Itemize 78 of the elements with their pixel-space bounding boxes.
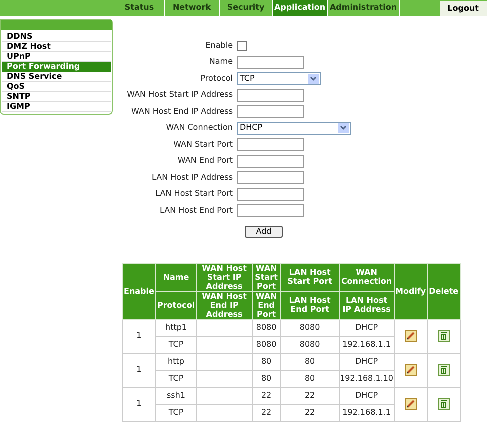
text-field[interactable] — [237, 88, 304, 102]
table-cell: 1 — [122, 319, 156, 353]
enable-checkbox[interactable] — [237, 40, 247, 51]
table-cell: 22 — [252, 404, 281, 421]
table-cell: DHCP — [340, 387, 394, 404]
sidebar-item[interactable]: DNS Service — [2, 72, 111, 82]
sidebar-item[interactable]: DDNS — [2, 32, 111, 42]
table-cell: DHCP — [340, 353, 394, 370]
sidebar-item[interactable]: SNTP — [2, 92, 111, 102]
text-field[interactable] — [237, 105, 304, 118]
field-label: WAN End Port — [176, 155, 234, 168]
column-header: Enable — [122, 263, 156, 319]
column-header: WAN Start Port — [252, 263, 281, 291]
text-field[interactable] — [237, 56, 304, 69]
column-header: LAN Host End Port — [280, 291, 340, 319]
field-label: Enable — [204, 40, 234, 52]
table-cell: http — [156, 353, 197, 370]
column-header: LAN Host IP Address — [340, 291, 394, 319]
table-cell: 22 — [280, 387, 340, 404]
column-header: LAN Host Start Port — [280, 263, 340, 291]
edit-icon[interactable] — [404, 398, 417, 410]
select-field[interactable]: DHCP — [237, 122, 351, 135]
field-label: LAN Host IP Address — [151, 172, 234, 184]
table-cell: http1 — [156, 319, 197, 336]
text-field[interactable] — [237, 138, 304, 152]
nav-tab[interactable]: Administration — [328, 0, 400, 16]
column-header: WAN Host End IP Address — [196, 291, 253, 319]
logout-button[interactable]: Logout — [440, 1, 487, 16]
table-cell: TCP — [156, 370, 197, 387]
table-cell: 22 — [252, 387, 281, 404]
sidebar-item[interactable]: Port Forwarding — [2, 62, 111, 72]
column-header: WAN Connection — [340, 263, 394, 291]
table-cell: 8080 — [252, 336, 281, 353]
text-field[interactable] — [237, 204, 304, 218]
nav-tab[interactable]: Application — [273, 0, 328, 16]
table-cell: 8080 — [252, 319, 281, 336]
text-field[interactable] — [237, 171, 304, 184]
table-cell: ssh1 — [156, 387, 197, 404]
trash-icon[interactable] — [438, 330, 450, 342]
column-header: Name — [156, 263, 197, 291]
field-label: LAN Host End Port — [158, 204, 234, 217]
table-cell: 8080 — [280, 336, 340, 353]
dropdown-arrow-icon — [308, 74, 319, 84]
trash-icon[interactable] — [438, 398, 450, 410]
select-field[interactable]: TCP — [237, 72, 321, 86]
field-label: LAN Host Start Port — [154, 188, 234, 200]
field-label: Name — [208, 56, 234, 68]
table-cell: 8080 — [280, 319, 340, 336]
table-cell: 80 — [252, 370, 281, 387]
sidebar-item[interactable]: DMZ Host — [2, 42, 111, 52]
table-cell: 1 — [122, 387, 156, 421]
column-header: WAN Host Start IP Address — [196, 263, 253, 291]
field-label: WAN Start Port — [172, 138, 234, 151]
field-label: WAN Connection — [165, 122, 234, 134]
table-cell: 1 — [122, 353, 156, 387]
trash-icon[interactable] — [438, 364, 450, 376]
dropdown-arrow-icon — [338, 123, 349, 134]
field-label: Protocol — [200, 72, 234, 85]
text-field[interactable] — [237, 154, 304, 168]
table-cell: 22 — [280, 404, 340, 421]
column-header: Modify — [394, 263, 428, 319]
table-cell: DHCP — [340, 319, 394, 336]
sidebar-item[interactable]: QoS — [2, 82, 111, 92]
edit-icon[interactable] — [404, 364, 417, 376]
add-button[interactable]: Add — [245, 226, 283, 238]
field-label: WAN Host Start IP Address — [126, 89, 234, 102]
column-header: Delete — [428, 263, 460, 319]
field-label: WAN Host End IP Address — [130, 106, 234, 118]
edit-icon[interactable] — [404, 330, 417, 342]
table-cell: 80 — [280, 370, 340, 387]
table-cell: 80 — [252, 353, 281, 370]
text-field[interactable] — [237, 188, 304, 201]
table-cell: TCP — [156, 404, 197, 421]
column-header: Protocol — [156, 291, 197, 319]
table-cell: 80 — [280, 353, 340, 370]
column-header: WAN End Port — [252, 291, 281, 319]
sidebar-item[interactable]: IGMP — [2, 102, 111, 112]
table-cell: TCP — [156, 336, 197, 353]
